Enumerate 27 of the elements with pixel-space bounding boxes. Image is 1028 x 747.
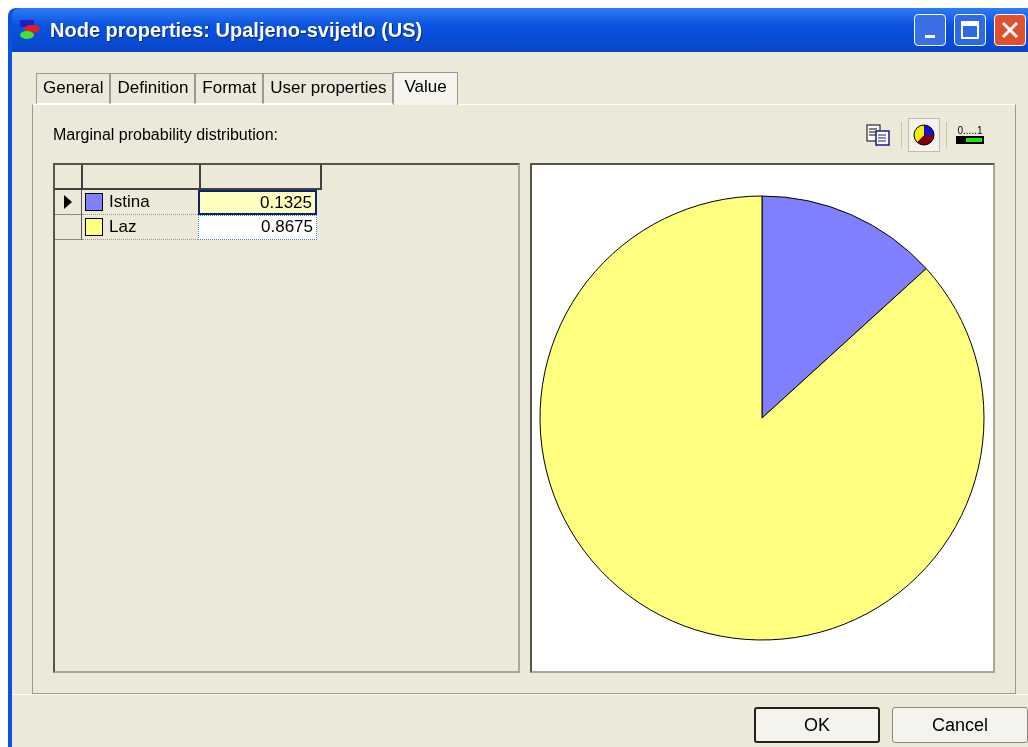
ok-button[interactable]: OK — [754, 707, 880, 743]
cancel-button[interactable]: Cancel — [892, 707, 1028, 743]
state-name: Laz — [109, 217, 137, 237]
app-icon — [18, 19, 42, 41]
close-button[interactable] — [994, 14, 1026, 46]
minimize-icon — [925, 34, 935, 38]
close-icon — [1001, 21, 1019, 39]
copy-icon — [866, 123, 892, 147]
probability-cell[interactable]: 0.8675 — [198, 215, 317, 240]
current-row-icon — [64, 195, 72, 209]
tab[interactable]: Value — [393, 72, 458, 105]
row-indicator[interactable] — [55, 215, 82, 240]
maximize-icon — [961, 21, 979, 39]
window-title: Node properties: Upaljeno-svijetlo (US) — [50, 18, 424, 42]
section-heading: Marginal probability distribution: — [53, 126, 279, 144]
tab[interactable]: User properties — [263, 73, 394, 104]
maximize-button[interactable] — [954, 14, 986, 46]
view-toggle-button[interactable] — [908, 118, 940, 152]
view-toggle-button[interactable]: 0.....1 — [953, 118, 987, 152]
tab[interactable]: Format — [195, 73, 264, 104]
pie-chart-icon — [913, 124, 935, 146]
tab[interactable]: Definition — [110, 73, 196, 104]
row-indicator[interactable] — [55, 190, 82, 215]
minimize-button[interactable] — [914, 14, 946, 46]
state-name: Istina — [109, 192, 150, 212]
probability-cell[interactable]: 0.1325 — [198, 190, 317, 215]
tab[interactable]: General — [36, 73, 111, 104]
